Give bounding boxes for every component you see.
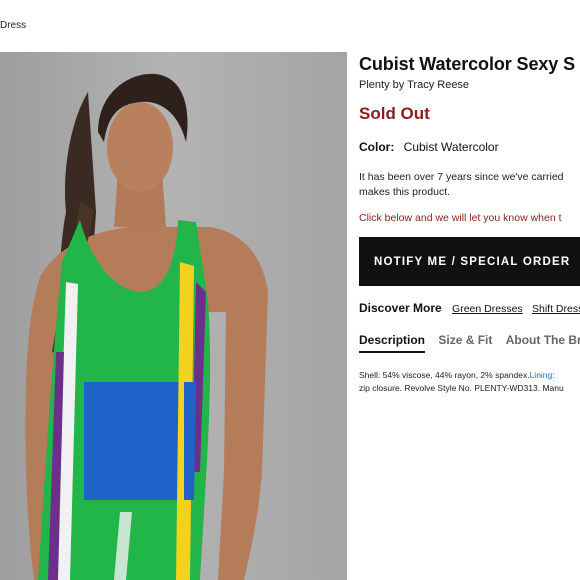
availability-note-line2: makes this product. xyxy=(359,186,451,198)
product-tabs: Description Size & Fit About The Br xyxy=(359,333,580,353)
tab-about-brand[interactable]: About The Br xyxy=(506,333,580,351)
model-photo xyxy=(0,52,347,580)
description-text: Shell: 54% viscose, 44% rayon, 2% spande… xyxy=(359,369,580,394)
color-label: Color: xyxy=(359,140,395,154)
product-info-panel: Cubist Watercolor Sexy S Plenty by Tracy… xyxy=(359,52,580,580)
product-title: Cubist Watercolor Sexy S xyxy=(359,54,575,74)
description-line2: zip closure. Revolve Style No. PLENTY-WD… xyxy=(359,382,564,393)
tab-description[interactable]: Description xyxy=(359,333,426,353)
description-line1: Shell: 54% viscose, 44% rayon, 2% spande… xyxy=(359,369,580,382)
discover-more: Discover More Green Dresses Shift Dresse xyxy=(359,301,580,315)
availability-note-line1: It has been over 7 years since we've car… xyxy=(359,171,564,183)
notify-me-button[interactable]: NOTIFY ME / SPECIAL ORDER xyxy=(359,237,580,286)
availability-note: It has been over 7 years since we've car… xyxy=(359,170,580,200)
discover-more-label: Discover More xyxy=(359,301,442,315)
description-shell: Shell: 54% viscose, 44% rayon, 2% spande… xyxy=(359,370,530,380)
breadcrumb[interactable]: Dress xyxy=(0,20,26,31)
link-green-dresses[interactable]: Green Dresses xyxy=(452,303,523,315)
color-row: Color: Cubist Watercolor xyxy=(359,140,499,154)
brand-name[interactable]: Plenty by Tracy Reese xyxy=(359,79,469,91)
notify-instructions: Click below and we will let you know whe… xyxy=(359,212,562,224)
product-image[interactable] xyxy=(0,52,347,580)
color-value: Cubist Watercolor xyxy=(403,140,499,154)
sold-out-label: Sold Out xyxy=(359,104,430,123)
link-shift-dresses[interactable]: Shift Dresse xyxy=(532,303,580,315)
tab-size-fit[interactable]: Size & Fit xyxy=(438,333,492,351)
description-lining-link[interactable]: Lining: xyxy=(530,370,555,380)
